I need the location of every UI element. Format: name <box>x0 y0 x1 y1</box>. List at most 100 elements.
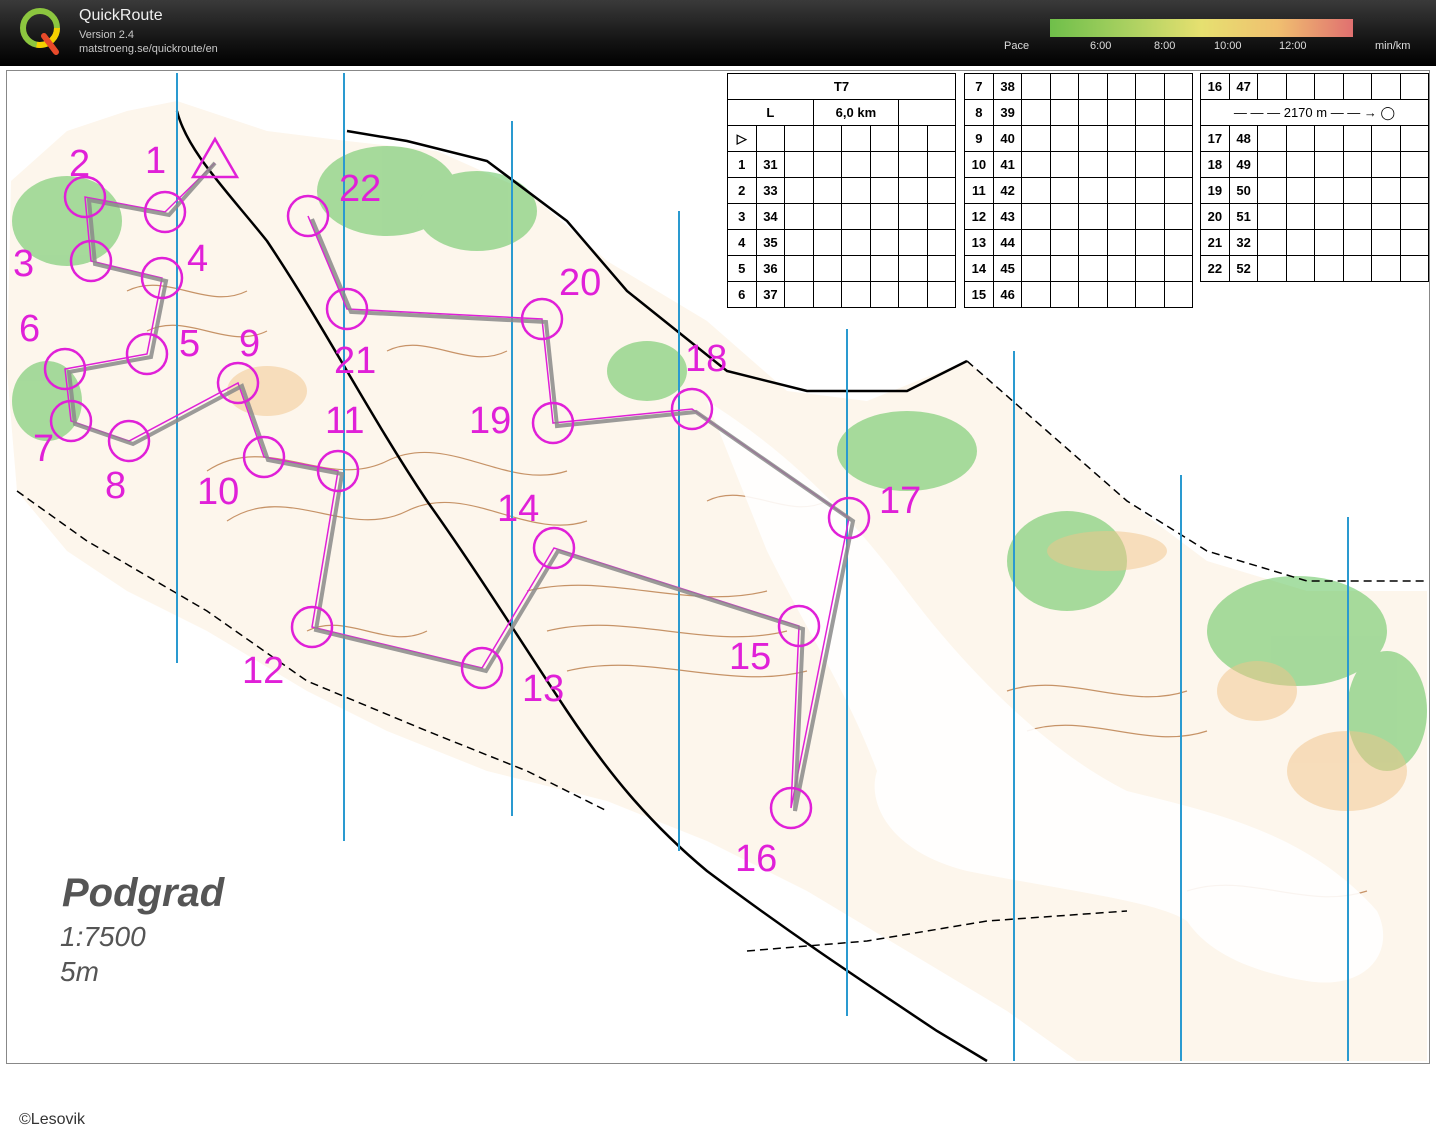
start-symbol: ▷ <box>727 125 757 152</box>
pace-tick: 6:00 <box>1090 40 1112 52</box>
description-cell <box>1371 177 1401 204</box>
control-number-5: 5 <box>179 323 200 365</box>
description-cell <box>812 229 843 256</box>
description-cell <box>812 177 843 204</box>
description-cell <box>1342 125 1373 152</box>
description-cell <box>1342 151 1373 178</box>
control-sequence: 14 <box>964 255 994 282</box>
taped-route-row: — — — 2170 m — — → ◯ <box>1200 99 1429 126</box>
description-cell <box>1163 125 1194 152</box>
description-cell <box>869 177 900 204</box>
description-cell <box>926 229 957 256</box>
description-cell <box>1049 99 1080 126</box>
description-cell <box>898 229 928 256</box>
control-sequence: 7 <box>964 73 994 100</box>
control-number-10: 10 <box>197 471 239 513</box>
control-number-17: 17 <box>879 480 921 522</box>
control-number-19: 19 <box>469 400 511 442</box>
description-cell <box>1106 177 1137 204</box>
description-cell <box>1163 281 1194 308</box>
control-code: 40 <box>992 125 1023 152</box>
description-cell <box>1106 281 1137 308</box>
description-cell <box>841 229 871 256</box>
description-cell <box>841 255 871 282</box>
description-cell <box>1342 203 1373 230</box>
description-cell <box>1314 255 1344 282</box>
control-number-15: 15 <box>729 636 771 678</box>
description-cell <box>869 281 900 308</box>
control-number-13: 13 <box>522 668 564 710</box>
description-cell <box>1314 125 1344 152</box>
control-number-14: 14 <box>497 488 539 530</box>
description-cell <box>898 281 928 308</box>
control-sequence: 9 <box>964 125 994 152</box>
description-cell <box>1314 177 1344 204</box>
description-cell <box>1078 203 1108 230</box>
copyright: ©Lesovik <box>19 1111 86 1128</box>
app-url[interactable]: matstroeng.se/quickroute/en <box>79 43 218 55</box>
control-sequence: 8 <box>964 99 994 126</box>
description-cell <box>1342 229 1373 256</box>
control-sequence: 13 <box>964 229 994 256</box>
control-code: 33 <box>755 177 786 204</box>
pace-tick: 10:00 <box>1214 40 1242 52</box>
control-sequence: 11 <box>964 177 994 204</box>
orienteering-map[interactable]: 1 2 3 4 5 6 7 8 9 10 11 12 13 14 15 16 17 18 19 20 21 22 T7 L… <box>6 70 1430 1128</box>
description-cell <box>1049 177 1080 204</box>
description-cell <box>784 281 814 308</box>
map-name: Podgrad <box>62 871 225 915</box>
description-cell <box>1399 255 1430 282</box>
description-cell <box>1021 229 1051 256</box>
pace-color-scale <box>1050 19 1353 37</box>
app-title: QuickRoute <box>79 7 163 24</box>
description-cell <box>1163 177 1194 204</box>
description-row: 19 50 <box>1200 177 1430 204</box>
description-row: 2 33 <box>727 177 957 204</box>
description-cell <box>1371 229 1401 256</box>
description-cell <box>812 151 843 178</box>
description-row: 1 31 <box>727 151 957 178</box>
description-cell <box>1049 151 1080 178</box>
control-number-4: 4 <box>187 238 208 280</box>
description-cell <box>841 281 871 308</box>
control-code: 37 <box>755 281 786 308</box>
control-code: 34 <box>755 203 786 230</box>
control-sequence: 4 <box>727 229 757 256</box>
control-code: 41 <box>992 151 1023 178</box>
description-cell <box>1135 125 1165 152</box>
control-sequence: 10 <box>964 151 994 178</box>
description-cell <box>1106 151 1137 178</box>
description-row: 20 51 <box>1200 203 1430 230</box>
control-number-6: 6 <box>19 308 40 350</box>
description-cell <box>1021 151 1051 178</box>
control-code: 51 <box>1228 203 1259 230</box>
description-cell <box>1078 125 1108 152</box>
control-number-21: 21 <box>334 340 376 382</box>
description-cell <box>1021 255 1051 282</box>
description-cell <box>1257 255 1287 282</box>
quickroute-logo-icon <box>20 8 60 55</box>
app-version: Version 2.4 <box>79 29 135 41</box>
description-cell <box>1078 73 1108 100</box>
description-cell <box>898 177 928 204</box>
control-number-16: 16 <box>735 838 777 880</box>
description-row: 15 46 <box>964 281 1194 308</box>
description-cell <box>1078 229 1108 256</box>
description-cell <box>869 151 900 178</box>
course-class: L <box>727 99 814 126</box>
description-cell <box>841 177 871 204</box>
description-row: 9 40 <box>964 125 1194 152</box>
description-cell <box>1163 255 1194 282</box>
description-cell <box>1135 203 1165 230</box>
description-cell <box>869 229 900 256</box>
description-cell <box>1285 125 1316 152</box>
description-cell <box>1399 229 1430 256</box>
description-cell <box>1106 255 1137 282</box>
description-cell <box>898 151 928 178</box>
description-cell <box>1135 99 1165 126</box>
description-cell <box>1285 151 1316 178</box>
control-sequence: 17 <box>1200 125 1230 152</box>
description-cell <box>1285 73 1316 100</box>
description-cell <box>1342 177 1373 204</box>
description-cell <box>1399 203 1430 230</box>
